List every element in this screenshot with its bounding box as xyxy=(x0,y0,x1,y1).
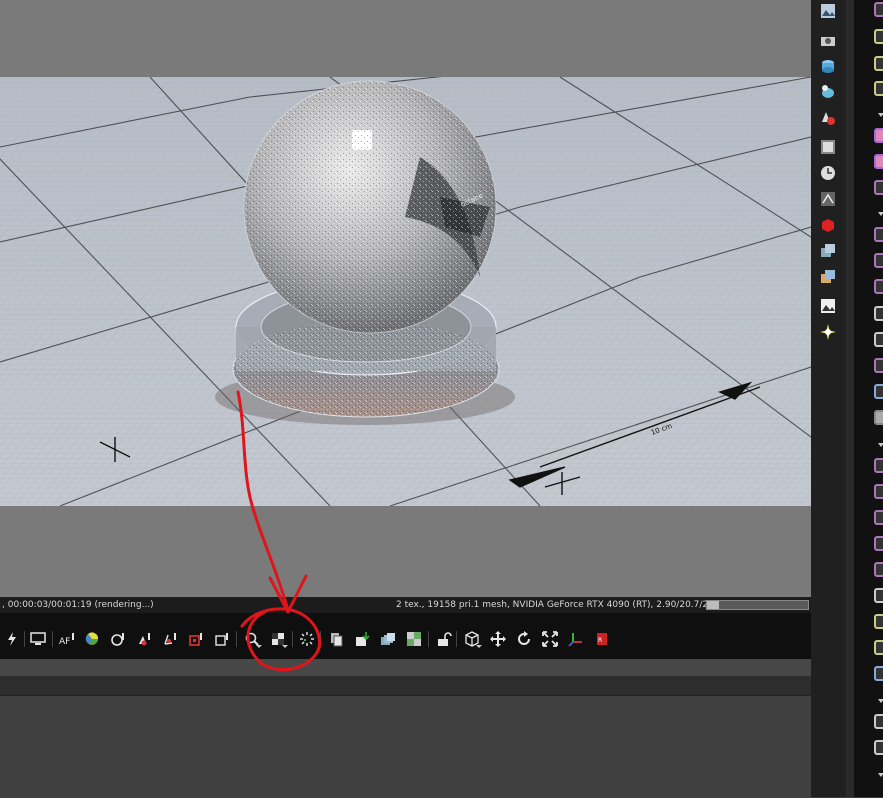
move-icon[interactable] xyxy=(488,628,508,650)
node-item[interactable] xyxy=(874,666,883,681)
vram-usage-fill xyxy=(707,601,720,609)
node-item[interactable] xyxy=(874,562,883,577)
spinner-icon[interactable] xyxy=(297,628,317,650)
svg-text:R: R xyxy=(598,637,602,644)
checkerboard-icon[interactable] xyxy=(404,628,424,650)
environment-icon[interactable] xyxy=(820,58,836,74)
node-item[interactable] xyxy=(874,614,883,629)
node-item[interactable] xyxy=(874,2,883,17)
sphere-info-icon[interactable] xyxy=(108,628,128,650)
clock-icon[interactable] xyxy=(820,165,836,181)
cube-icon[interactable] xyxy=(462,628,482,650)
node-item[interactable] xyxy=(874,410,883,425)
render-layers-icon[interactable] xyxy=(820,243,836,259)
record-icon[interactable]: R xyxy=(592,628,612,650)
node-item[interactable] xyxy=(874,306,883,321)
node-item[interactable] xyxy=(874,714,883,729)
node-item[interactable] xyxy=(874,740,883,755)
refresh-icon[interactable] xyxy=(514,628,534,650)
cube-info-icon[interactable] xyxy=(212,628,232,650)
node-item[interactable] xyxy=(874,536,883,551)
env-light-icon[interactable] xyxy=(820,84,836,100)
copy-icon[interactable] xyxy=(326,628,346,650)
viewport[interactable]: 10 cm octane xyxy=(0,0,811,597)
red-square-info-icon[interactable] xyxy=(186,628,206,650)
node-item[interactable] xyxy=(874,484,883,499)
node-graph-panel[interactable] xyxy=(0,695,811,798)
lock-icon[interactable] xyxy=(434,628,454,650)
render-time-text: , 00:00:03/00:01:19 (rendering...) xyxy=(2,600,154,610)
node-item[interactable] xyxy=(874,279,883,294)
expand-arrow-icon[interactable] xyxy=(878,212,883,216)
lightning-icon[interactable] xyxy=(2,628,22,650)
node-item[interactable] xyxy=(874,358,883,373)
zoom-region-icon[interactable] xyxy=(242,628,262,650)
node-item[interactable] xyxy=(874,154,883,169)
node-item[interactable] xyxy=(874,29,883,44)
node-item[interactable] xyxy=(874,81,883,96)
expand-arrow-icon[interactable] xyxy=(878,443,883,447)
node-item[interactable] xyxy=(874,640,883,655)
camera-icon[interactable] xyxy=(820,32,836,48)
scene-stats-text: 2 tex., 19158 pri.1 mesh, NVIDIA GeForce… xyxy=(396,600,739,610)
imager-icon[interactable] xyxy=(820,139,836,155)
panel-divider[interactable] xyxy=(0,659,811,676)
color-wheel-icon[interactable] xyxy=(82,628,102,650)
scrollbar[interactable] xyxy=(846,0,854,797)
node-item[interactable] xyxy=(874,332,883,347)
picture-icon[interactable] xyxy=(820,298,836,314)
node-item[interactable] xyxy=(874,227,883,242)
sparkle-icon[interactable] xyxy=(820,324,836,340)
axis-info-icon[interactable] xyxy=(160,628,180,650)
dot-info-icon[interactable] xyxy=(134,628,154,650)
status-bar: , 00:00:03/00:01:19 (rendering...) 2 tex… xyxy=(0,597,811,613)
kernel-icon[interactable] xyxy=(820,191,836,207)
monitor-icon[interactable] xyxy=(28,628,48,650)
material-icon[interactable] xyxy=(820,110,836,126)
layers-icon[interactable] xyxy=(378,628,398,650)
aov-icon[interactable] xyxy=(820,269,836,285)
render-toolbar: AF R xyxy=(0,613,811,659)
expand-arrow-icon[interactable] xyxy=(878,113,883,117)
image-icon[interactable] xyxy=(820,3,836,19)
node-inspector-strip xyxy=(854,0,883,797)
node-item[interactable] xyxy=(874,56,883,71)
geometry-icon[interactable] xyxy=(820,217,836,233)
checker-toggle-icon[interactable] xyxy=(268,628,288,650)
node-item[interactable] xyxy=(874,384,883,399)
axis-gizmo-icon[interactable] xyxy=(566,628,586,650)
render-image[interactable]: 10 cm octane xyxy=(0,77,811,506)
node-item[interactable] xyxy=(874,458,883,473)
expand-arrow-icon[interactable] xyxy=(878,773,883,777)
svg-text:AF: AF xyxy=(59,637,70,647)
expand-arrow-icon[interactable] xyxy=(878,699,883,703)
af-icon[interactable]: AF xyxy=(56,628,76,650)
node-item[interactable] xyxy=(874,253,883,268)
node-item[interactable] xyxy=(874,180,883,195)
node-item[interactable] xyxy=(874,510,883,525)
expand-icon[interactable] xyxy=(540,628,560,650)
import-icon[interactable] xyxy=(352,628,372,650)
panel-header xyxy=(0,676,811,695)
node-item[interactable] xyxy=(874,128,883,143)
vram-usage-bar xyxy=(706,600,809,610)
node-item[interactable] xyxy=(874,588,883,603)
right-toolbar xyxy=(811,0,846,797)
